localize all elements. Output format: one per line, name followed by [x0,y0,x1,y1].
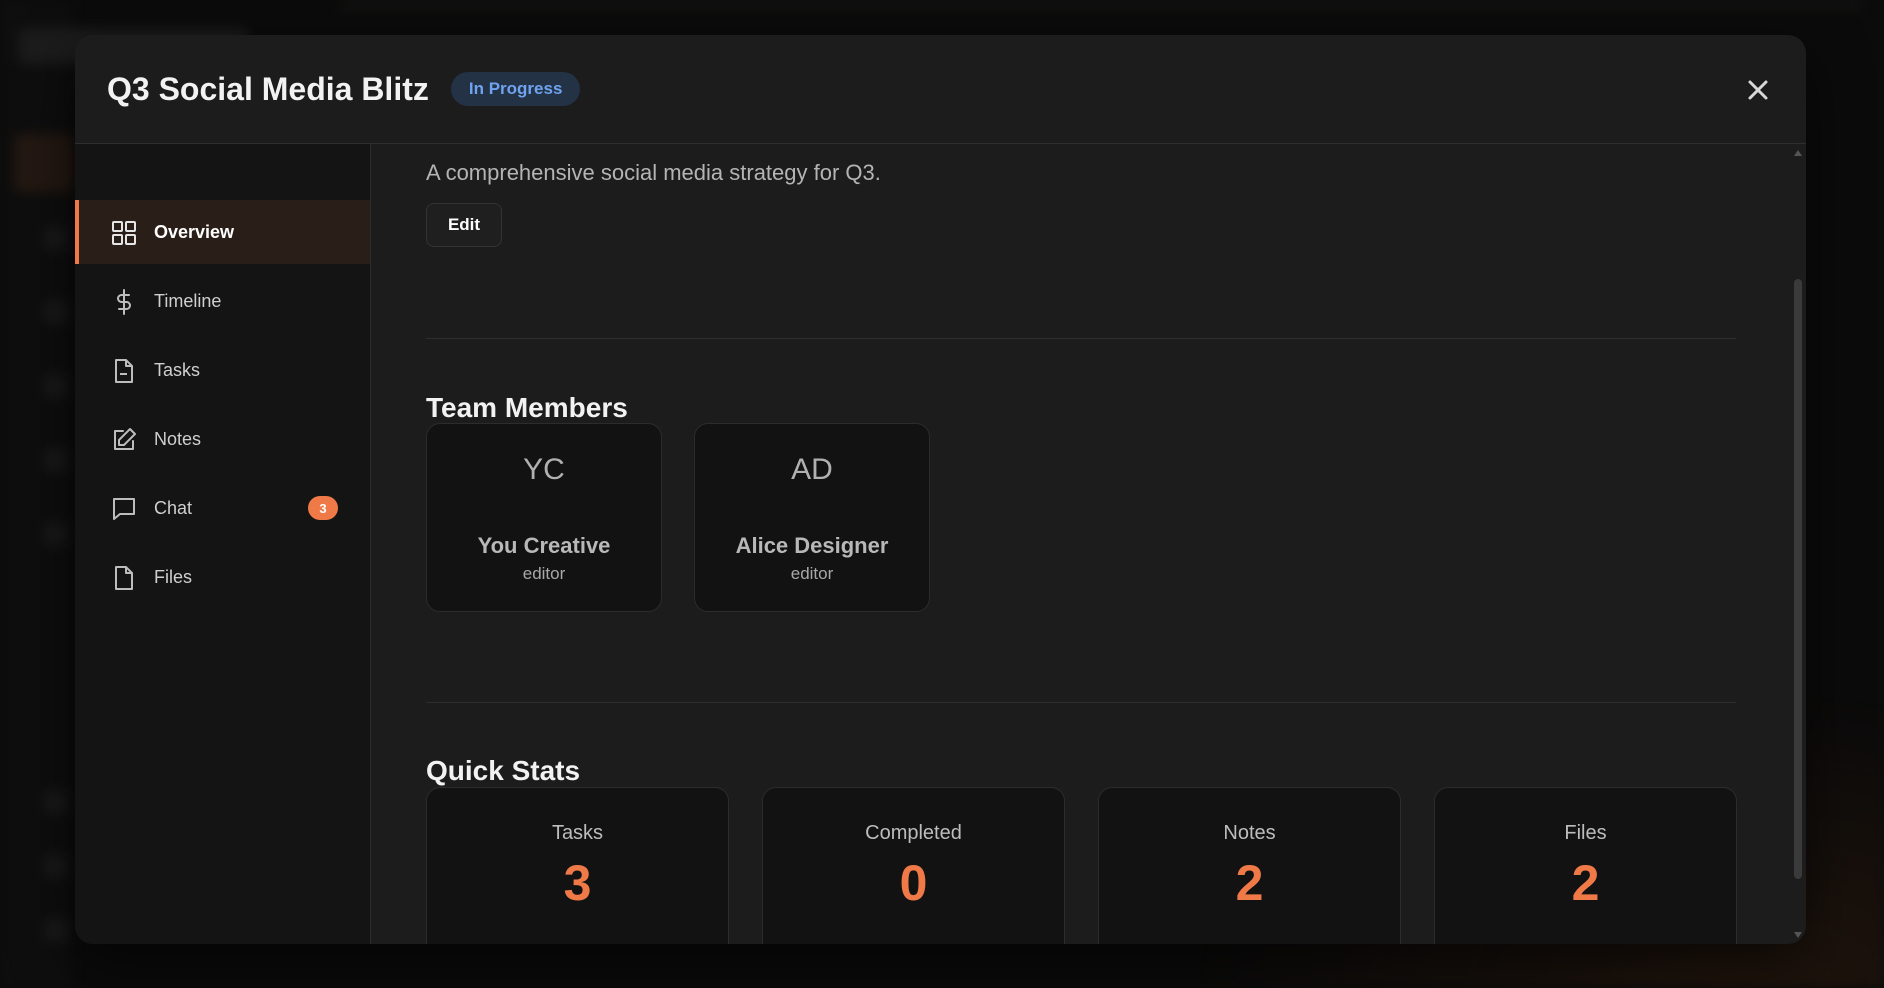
stat-card-tasks: Tasks 3 [426,787,729,944]
background-topbar [340,0,1860,10]
close-button[interactable] [1740,72,1776,108]
stat-card-notes: Notes 2 [1098,787,1401,944]
background-nav-icon [44,790,68,814]
sidebar-item-overview[interactable]: Overview [75,200,370,264]
background-nav-icon [44,522,68,546]
file-icon [115,566,133,590]
overview-panel: A comprehensive social media strategy fo… [371,144,1806,944]
file-icon [115,359,133,383]
stat-value: 0 [899,855,928,911]
sidebar-item-label: Chat [154,497,193,518]
content-scrollbar[interactable] [1791,144,1805,944]
edit-icon [114,428,136,450]
stat-label: Completed [865,822,962,844]
edit-button[interactable]: Edit [426,203,502,247]
sidebar-item-files[interactable]: Files [75,545,370,609]
background-nav-icon [44,918,68,942]
member-role: editor [790,564,834,583]
section-divider [426,338,1736,339]
scroll-thumb[interactable] [1794,279,1802,879]
stat-value: 2 [1235,855,1264,911]
member-card: AD Alice Designer editor [694,423,930,612]
team-members-title: Team Members [426,392,628,423]
sidebar-item-label: Overview [154,221,235,242]
stat-label: Tasks [551,822,604,844]
sidebar-item-timeline[interactable]: Timeline [75,269,370,333]
sidebar-item-label: Timeline [154,290,222,311]
quick-stats-title: Quick Stats [426,755,581,786]
background-nav-icon [44,854,68,878]
stat-label: Files [1564,822,1607,844]
sidebar-item-tasks[interactable]: Tasks [75,338,370,402]
sidebar-item-label: Tasks [154,359,201,380]
avatar: YC [523,453,565,486]
modal-title: Q3 Social Media Blitz [107,70,429,107]
member-card: YC You Creative editor [426,423,662,612]
background-active-item [14,134,74,192]
project-modal: Q3 Social Media Blitz In Progress Overvi… [75,35,1806,944]
member-name: You Creative [477,533,611,558]
chat-icon [113,498,135,520]
background-nav-icon [44,226,68,250]
status-badge: In Progress [450,72,581,106]
stat-card-completed: Completed 0 [762,787,1065,944]
avatar: AD [791,453,833,486]
modal-header: Q3 Social Media Blitz In Progress [75,35,1806,144]
scroll-down-arrow-icon[interactable] [1794,932,1802,938]
chat-unread-badge: 3 [308,496,338,520]
modal-sidebar: Overview Timeline Tasks Notes Chat 3 Fil… [75,144,371,944]
background-nav-icon [44,374,68,398]
stat-card-files: Files 2 [1434,787,1737,944]
stat-value: 2 [1571,855,1600,911]
sidebar-item-label: Files [154,566,193,587]
sidebar-item-notes[interactable]: Notes [75,407,370,471]
background-nav-icon [44,300,68,324]
stat-value: 3 [563,855,592,911]
section-divider [426,702,1736,703]
member-role: editor [522,564,566,583]
dollar-icon [117,289,131,315]
sidebar-item-chat[interactable]: Chat 3 [75,476,370,540]
grid-icon [112,221,136,245]
stat-label: Notes [1223,822,1276,844]
sidebar-item-label: Notes [154,428,202,449]
member-name: Alice Designer [735,533,889,558]
close-icon [1748,80,1768,100]
background-nav-icon [44,448,68,472]
project-description: A comprehensive social media strategy fo… [426,160,881,185]
scroll-up-arrow-icon[interactable] [1794,150,1802,156]
